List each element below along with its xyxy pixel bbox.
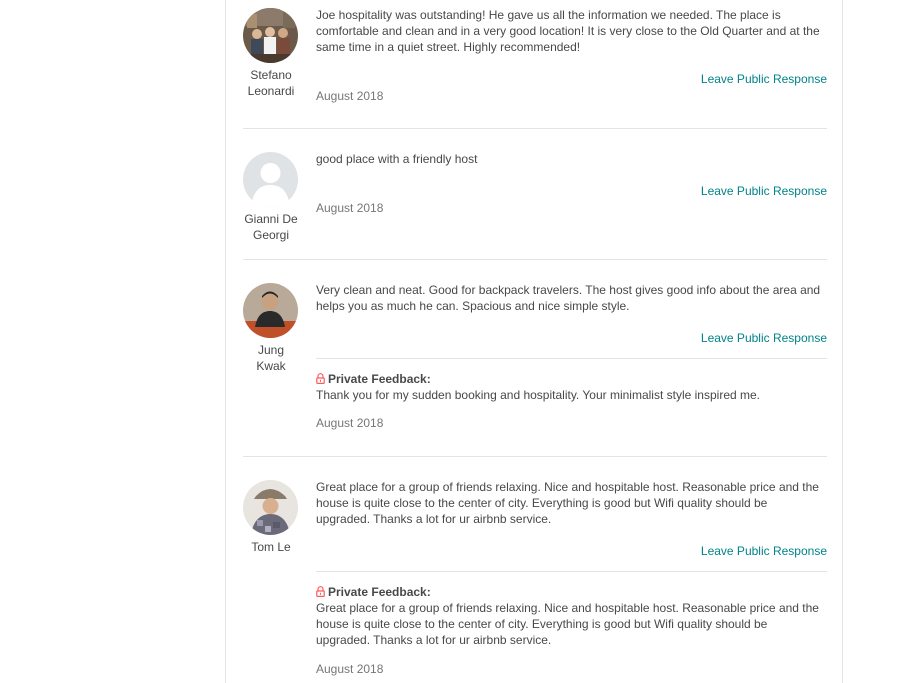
review-date: August 2018 <box>316 416 384 430</box>
leave-public-response-link[interactable]: Leave Public Response <box>701 544 827 558</box>
review-text: Great place for a group of friends relax… <box>316 480 819 526</box>
private-feedback-separator <box>316 571 827 572</box>
leave-public-response-link[interactable]: Leave Public Response <box>701 331 827 345</box>
review-text: Very clean and neat. Good for backpack t… <box>316 283 821 313</box>
avatar[interactable] <box>243 152 298 207</box>
private-feedback-heading: Private Feedback: <box>316 585 431 600</box>
reviewer-name[interactable]: Jung Kwak <box>237 342 305 374</box>
lock-icon <box>316 373 325 387</box>
review-date: August 2018 <box>316 201 384 215</box>
reviews-panel: Stefano Leonardi Joe hospitality was out… <box>225 0 843 683</box>
review-date: August 2018 <box>316 662 384 676</box>
avatar[interactable] <box>243 8 298 63</box>
reviewer-name[interactable]: Gianni De Georgi <box>237 211 305 243</box>
lock-icon <box>316 586 325 600</box>
reviewer-name[interactable]: Tom Le <box>237 539 305 555</box>
review-divider <box>243 259 827 260</box>
private-feedback-text: Thank you for my sudden booking and hosp… <box>316 388 761 402</box>
review-text: Joe hospitality was outstanding! He gave… <box>316 8 820 54</box>
review-divider <box>243 456 827 457</box>
avatar[interactable] <box>243 480 298 535</box>
review-date: August 2018 <box>316 89 384 103</box>
private-feedback-text: Great place for a group of friends relax… <box>316 601 819 647</box>
review-text: good place with a friendly host <box>316 152 478 166</box>
private-feedback-separator <box>316 358 827 359</box>
leave-public-response-link[interactable]: Leave Public Response <box>701 184 827 198</box>
avatar[interactable] <box>243 283 298 338</box>
review-divider <box>243 128 827 129</box>
private-feedback-heading: Private Feedback: <box>316 372 431 387</box>
leave-public-response-link[interactable]: Leave Public Response <box>701 72 827 86</box>
reviewer-name[interactable]: Stefano Leonardi <box>237 67 305 99</box>
